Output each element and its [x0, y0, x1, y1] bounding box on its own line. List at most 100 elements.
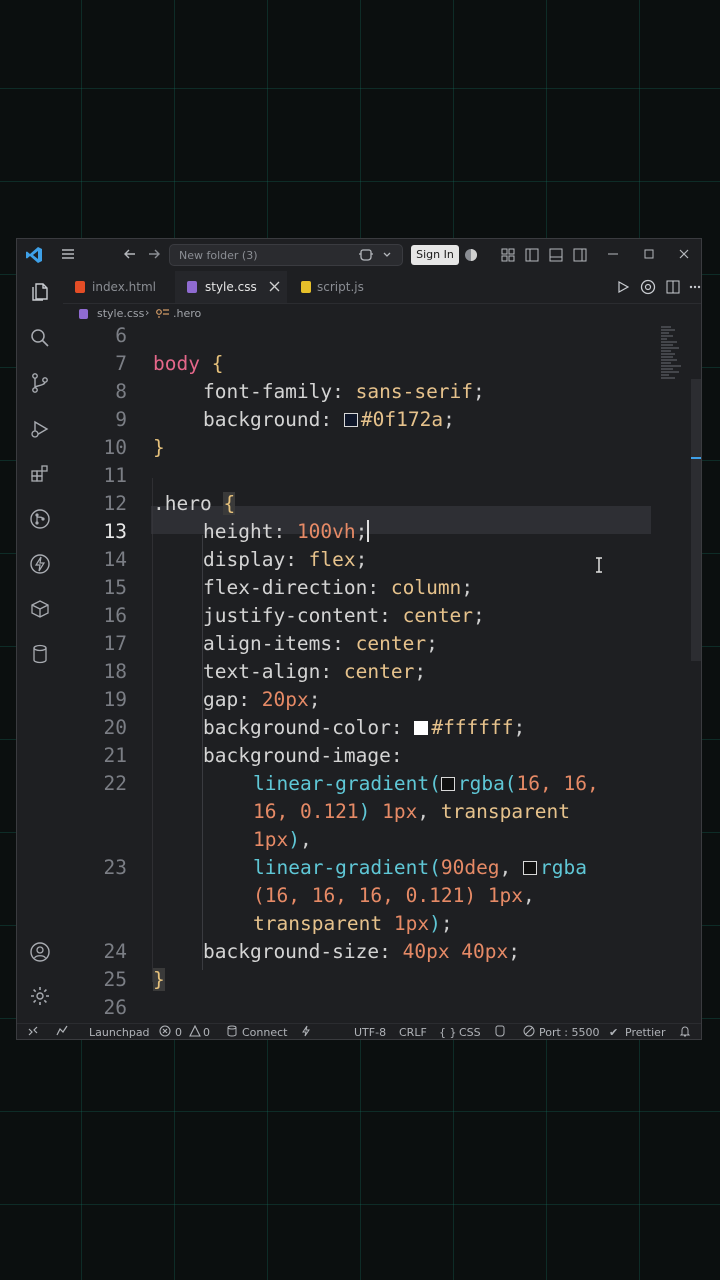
split-editor-icon[interactable]	[666, 280, 680, 294]
css-property: background-image	[203, 744, 391, 767]
prettier-label[interactable]: Prettier	[625, 1026, 665, 1039]
code-line: align-items: center;	[203, 632, 438, 655]
eol-label[interactable]: CRLF	[399, 1026, 427, 1039]
search-icon[interactable]	[29, 327, 51, 349]
prettier-check-icon[interactable]: ✔	[609, 1026, 618, 1039]
css-property: justify-content	[203, 604, 380, 627]
run-icon[interactable]	[617, 281, 629, 293]
code-line-wrap: 1px),	[253, 828, 312, 851]
css-property: background-color	[203, 716, 391, 739]
breadcrumb-file[interactable]: style.css	[97, 307, 144, 320]
account-icon[interactable]	[29, 941, 51, 963]
line-number: 10	[103, 436, 127, 459]
breadcrumb-separator-icon: ›	[145, 306, 150, 319]
css-value: center	[402, 604, 474, 627]
warning-icon[interactable]	[189, 1025, 201, 1037]
chevron-down-icon[interactable]	[382, 250, 392, 260]
code-line: }	[153, 968, 165, 991]
color-swatch[interactable]	[523, 861, 538, 875]
customize-layout-icon[interactable]	[501, 248, 515, 262]
title-bar: New folder (3) Sign In	[17, 239, 701, 271]
css-value: 1px	[382, 800, 418, 823]
css-value: 1px	[487, 884, 524, 907]
language-mode[interactable]: CSS	[459, 1026, 481, 1039]
code-line: }	[153, 436, 165, 459]
css-value: 16, 0.121	[253, 800, 359, 823]
lightning-status-icon[interactable]	[301, 1025, 311, 1037]
maximize-icon[interactable]	[643, 248, 655, 260]
source-control-icon[interactable]	[29, 372, 51, 394]
code-line: flex-direction: column;	[203, 576, 474, 599]
code-line: body {	[153, 352, 223, 375]
code-line: font-family: sans-serif;	[203, 380, 485, 403]
html-file-icon	[75, 281, 85, 293]
line-number: 8	[115, 380, 127, 403]
css-value: flex	[308, 548, 356, 571]
toggle-panel-icon[interactable]	[549, 248, 563, 262]
run-debug-icon[interactable]	[29, 418, 51, 440]
openai-icon[interactable]	[640, 279, 656, 295]
extensions-icon[interactable]	[29, 463, 51, 485]
remote-indicator-icon[interactable]	[27, 1025, 39, 1037]
line-number: 21	[103, 744, 127, 767]
warning-count[interactable]: 0	[203, 1026, 210, 1039]
code-line: linear-gradient(90deg, rgba	[253, 856, 587, 879]
sign-in-button[interactable]: Sign In	[411, 245, 459, 265]
vertical-scrollbar[interactable]	[691, 379, 701, 661]
line-number: 16	[103, 604, 127, 627]
database-icon[interactable]	[29, 643, 51, 665]
color-swatch[interactable]	[343, 413, 358, 427]
code-editor[interactable]: 6 7 8 9 10 11 12 13 14 15 16 17 18 19 20…	[63, 324, 701, 1023]
brace: {	[211, 352, 224, 375]
copilot-icon[interactable]	[358, 248, 374, 262]
menu-icon[interactable]	[61, 247, 75, 261]
launchpad-label[interactable]: Launchpad	[89, 1026, 150, 1039]
notifications-bell-icon[interactable]	[679, 1025, 691, 1037]
css-function: linear-gradient(	[253, 856, 441, 879]
launchpad-icon[interactable]	[55, 1025, 69, 1037]
line-number-current: 13	[103, 520, 127, 543]
color-swatch[interactable]	[440, 777, 455, 791]
minimize-icon[interactable]	[607, 248, 619, 260]
error-icon[interactable]	[159, 1025, 171, 1037]
css-value: 20px	[261, 688, 309, 711]
mouse-ibeam-icon	[594, 557, 604, 573]
js-file-icon	[301, 281, 311, 293]
remote-explorer-icon[interactable]	[29, 598, 51, 620]
scroll-position-marker	[691, 457, 701, 459]
database-connect-icon[interactable]	[227, 1025, 237, 1037]
tab-style-css[interactable]: style.css	[175, 271, 287, 303]
close-tab-icon[interactable]	[269, 281, 280, 292]
tab-script-js[interactable]: script.js	[287, 271, 387, 303]
breadcrumb-symbol[interactable]: .hero	[173, 307, 201, 320]
symbol-class-icon	[156, 308, 170, 319]
forward-arrow-icon[interactable]	[147, 247, 161, 261]
css-property: flex-direction	[203, 576, 368, 599]
explorer-icon[interactable]	[29, 281, 51, 303]
copilot-status-icon[interactable]	[493, 1025, 507, 1037]
live-server-port[interactable]: Port : 5500	[539, 1026, 600, 1039]
settings-gear-icon[interactable]	[29, 985, 51, 1007]
accounts-icon[interactable]	[464, 248, 478, 262]
toggle-sidebar-icon[interactable]	[525, 248, 539, 262]
braces-icon[interactable]: { }	[439, 1026, 457, 1039]
back-arrow-icon[interactable]	[123, 247, 137, 261]
css-value: 1px	[253, 828, 289, 851]
encoding-label[interactable]: UTF-8	[354, 1026, 386, 1039]
connect-label[interactable]: Connect	[242, 1026, 287, 1039]
css-selector: .hero	[153, 492, 212, 515]
line-number: 6	[115, 324, 127, 347]
tab-index-html[interactable]: index.html	[63, 271, 175, 303]
toggle-secondary-sidebar-icon[interactable]	[573, 248, 587, 262]
port-icon[interactable]	[523, 1025, 535, 1037]
code-line: linear-gradient(rgba(16, 16,	[253, 772, 599, 795]
more-actions-icon[interactable]	[689, 280, 701, 294]
git-graph-icon[interactable]	[29, 508, 51, 530]
line-number: 14	[103, 548, 127, 571]
close-icon[interactable]	[678, 248, 690, 260]
error-count[interactable]: 0	[175, 1026, 182, 1039]
css-function: rgba(	[457, 772, 517, 795]
lightning-icon[interactable]	[29, 553, 51, 575]
command-center-search[interactable]: New folder (3)	[169, 244, 403, 266]
color-swatch[interactable]	[414, 721, 429, 735]
